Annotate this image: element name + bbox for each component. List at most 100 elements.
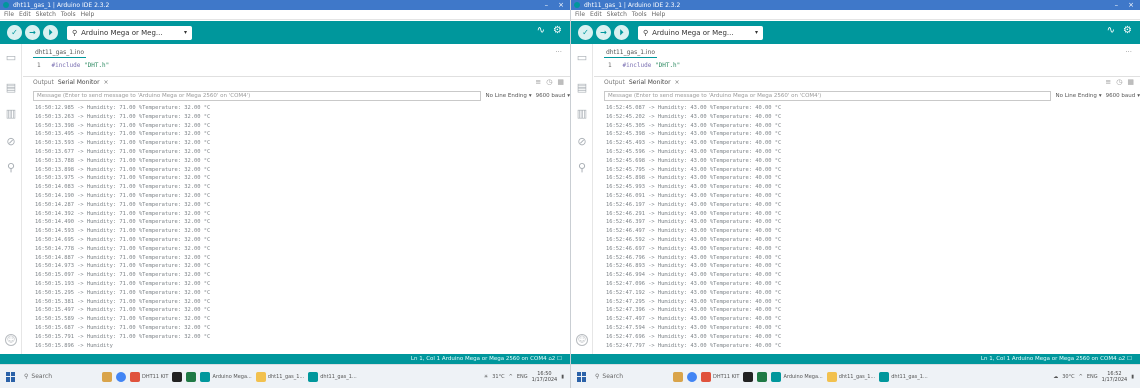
chevron-down-icon: ▾	[754, 29, 758, 36]
taskbar-app-arduino[interactable]: Arduino Mega...	[771, 371, 823, 383]
menu-help[interactable]: Help	[652, 11, 666, 18]
debug-button[interactable]: ⏵	[614, 25, 629, 40]
menu-file[interactable]: File	[4, 11, 14, 18]
minimize-icon[interactable]: –	[545, 1, 549, 9]
taskbar-app-pen[interactable]	[172, 371, 183, 383]
search-icon[interactable]: ⚲	[576, 162, 588, 174]
verify-button[interactable]: ✓	[578, 25, 593, 40]
library-manager-icon[interactable]: ▥	[576, 108, 588, 120]
account-icon[interactable]: ☺	[576, 334, 588, 346]
log-line: 16:52:46.893 -> Humidity: 43.00 %Tempera…	[606, 263, 782, 270]
folder-icon[interactable]: ▭	[576, 52, 588, 64]
windows-start-icon[interactable]	[6, 371, 16, 382]
tab-output[interactable]: Output	[604, 79, 625, 86]
taskbar-app-label: dht11_gas_1...	[838, 373, 876, 380]
board-manager-icon[interactable]: ▤	[5, 82, 17, 94]
debug-panel-icon[interactable]: ⊘	[5, 136, 17, 148]
search-icon[interactable]: ⚲	[5, 162, 17, 174]
debug-button[interactable]: ⏵	[43, 25, 58, 40]
line-ending-select[interactable]: No Line Ending ▾	[1055, 91, 1101, 101]
code-editor[interactable]: dht11_gas_1.ino ··· 1 #include "DHT.h"	[594, 44, 1140, 76]
taskbar-app-widgets[interactable]	[673, 371, 683, 383]
taskbar-app-ide[interactable]: dht11_gas_1...	[879, 371, 928, 383]
verify-button[interactable]: ✓	[7, 25, 22, 40]
editor-tab[interactable]: dht11_gas_1.ino	[604, 49, 658, 58]
taskbar-app-chrome[interactable]	[687, 371, 697, 383]
timestamp-toggle-icon[interactable]: ≡	[1105, 78, 1111, 86]
taskbar-app-ide[interactable]: dht11_gas_1...	[308, 371, 357, 383]
tab-serial-monitor[interactable]: Serial Monitor	[58, 79, 100, 86]
taskbar-app-dht11[interactable]: DHT11 KIT	[130, 371, 168, 383]
clock-icon[interactable]: ◷	[1116, 78, 1122, 86]
notification-icon[interactable]: ▮	[1131, 374, 1134, 380]
serial-plotter-icon[interactable]: ∿	[537, 25, 545, 36]
board-selector[interactable]: ⚲ Arduino Mega or Meg... ▾	[638, 25, 763, 40]
language-indicator[interactable]: ENG	[517, 374, 528, 380]
account-icon[interactable]: ☺	[5, 334, 17, 346]
taskbar-search[interactable]: ⚲ Search	[595, 371, 647, 383]
taskbar-app-dht11[interactable]: DHT11 KIT	[701, 371, 739, 383]
windows-start-icon[interactable]	[577, 371, 587, 382]
clock[interactable]: 16:52 1/17/2024	[1102, 371, 1128, 383]
close-icon[interactable]: ×	[1128, 1, 1134, 9]
tab-output[interactable]: Output	[33, 79, 54, 86]
line-ending-select[interactable]: No Line Ending ▾	[485, 91, 531, 101]
editor-tab[interactable]: dht11_gas_1.ino	[33, 49, 87, 58]
taskbar-search[interactable]: ⚲ Search	[24, 371, 76, 383]
taskbar-app-chrome[interactable]	[116, 371, 126, 383]
clear-output-icon[interactable]: ▦	[1127, 78, 1134, 86]
serial-plotter-icon[interactable]: ∿	[1107, 25, 1115, 36]
taskbar-app-widgets[interactable]	[102, 371, 112, 383]
menu-tools[interactable]: Tools	[61, 11, 76, 18]
taskbar-app-label: dht11_gas_1...	[891, 373, 928, 380]
menu-sketch[interactable]: Sketch	[36, 11, 56, 18]
language-indicator[interactable]: ENG	[1087, 374, 1098, 380]
debug-panel-icon[interactable]: ⊘	[576, 136, 588, 148]
taskbar-app-excel[interactable]	[186, 371, 197, 383]
board-selector[interactable]: ⚲ Arduino Mega or Meg... ▾	[67, 25, 192, 40]
library-manager-icon[interactable]: ▥	[5, 108, 17, 120]
menu-file[interactable]: File	[575, 11, 585, 18]
taskbar-app-excel[interactable]	[757, 371, 768, 383]
clock-icon[interactable]: ◷	[546, 78, 552, 86]
timestamp-toggle-icon[interactable]: ≡	[535, 78, 541, 86]
serial-message-input[interactable]: Message (Enter to send message to 'Ardui…	[33, 90, 482, 101]
menu-help[interactable]: Help	[81, 11, 95, 18]
minimize-icon[interactable]: –	[1115, 1, 1119, 9]
log-line: 16:52:47.594 -> Humidity: 43.00 %Tempera…	[606, 324, 782, 331]
baud-rate-select[interactable]: 9600 baud ▾	[536, 91, 570, 101]
upload-button[interactable]: →	[596, 25, 611, 40]
more-icon[interactable]: ···	[1125, 48, 1132, 56]
serial-log[interactable]: 16:50:12.985 -> Humidity: 71.00 %Tempera…	[23, 104, 570, 352]
board-manager-icon[interactable]: ▤	[576, 82, 588, 94]
menu-sketch[interactable]: Sketch	[607, 11, 627, 18]
folder-icon[interactable]: ▭	[5, 52, 17, 64]
taskbar-app-folder[interactable]: dht11_gas_1...	[826, 371, 876, 383]
taskbar-app-folder[interactable]: dht11_gas_1...	[255, 371, 304, 383]
menu-edit[interactable]: Edit	[19, 11, 31, 18]
taskbar-app-arduino[interactable]: Arduino Mega...	[200, 371, 252, 383]
serial-log[interactable]: 16:52:45.087 -> Humidity: 43.00 %Tempera…	[594, 104, 1140, 352]
clear-output-icon[interactable]: ▦	[557, 78, 564, 86]
close-tab-icon[interactable]: ×	[104, 79, 109, 86]
taskbar-app-pen[interactable]	[743, 371, 754, 383]
checkmark-icon: ✓	[11, 28, 18, 37]
more-icon[interactable]: ···	[555, 48, 562, 56]
menu-tools[interactable]: Tools	[632, 11, 647, 18]
notification-icon[interactable]: ▮	[561, 374, 564, 380]
close-icon[interactable]: ×	[558, 1, 564, 9]
chevron-up-icon[interactable]: ^	[509, 374, 513, 380]
serial-monitor-icon[interactable]: ⚙	[1123, 25, 1132, 36]
serial-message-input[interactable]: Message (Enter to send message to 'Ardui…	[604, 90, 1052, 101]
log-line: 16:50:12.985 -> Humidity: 71.00 %Tempera…	[35, 105, 211, 111]
baud-rate-select[interactable]: 9600 baud ▾	[1106, 91, 1140, 101]
tab-serial-monitor[interactable]: Serial Monitor	[629, 79, 671, 86]
code-editor[interactable]: dht11_gas_1.ino ··· 1 #include "DHT.h"	[23, 44, 570, 76]
clock-date: 1/17/2024	[1101, 376, 1128, 383]
close-tab-icon[interactable]: ×	[675, 79, 680, 86]
serial-monitor-icon[interactable]: ⚙	[553, 25, 562, 36]
clock[interactable]: 16:50 1/17/2024	[532, 371, 558, 383]
chevron-up-icon[interactable]: ^	[1079, 374, 1083, 380]
upload-button[interactable]: →	[25, 25, 40, 40]
menu-edit[interactable]: Edit	[590, 11, 602, 18]
